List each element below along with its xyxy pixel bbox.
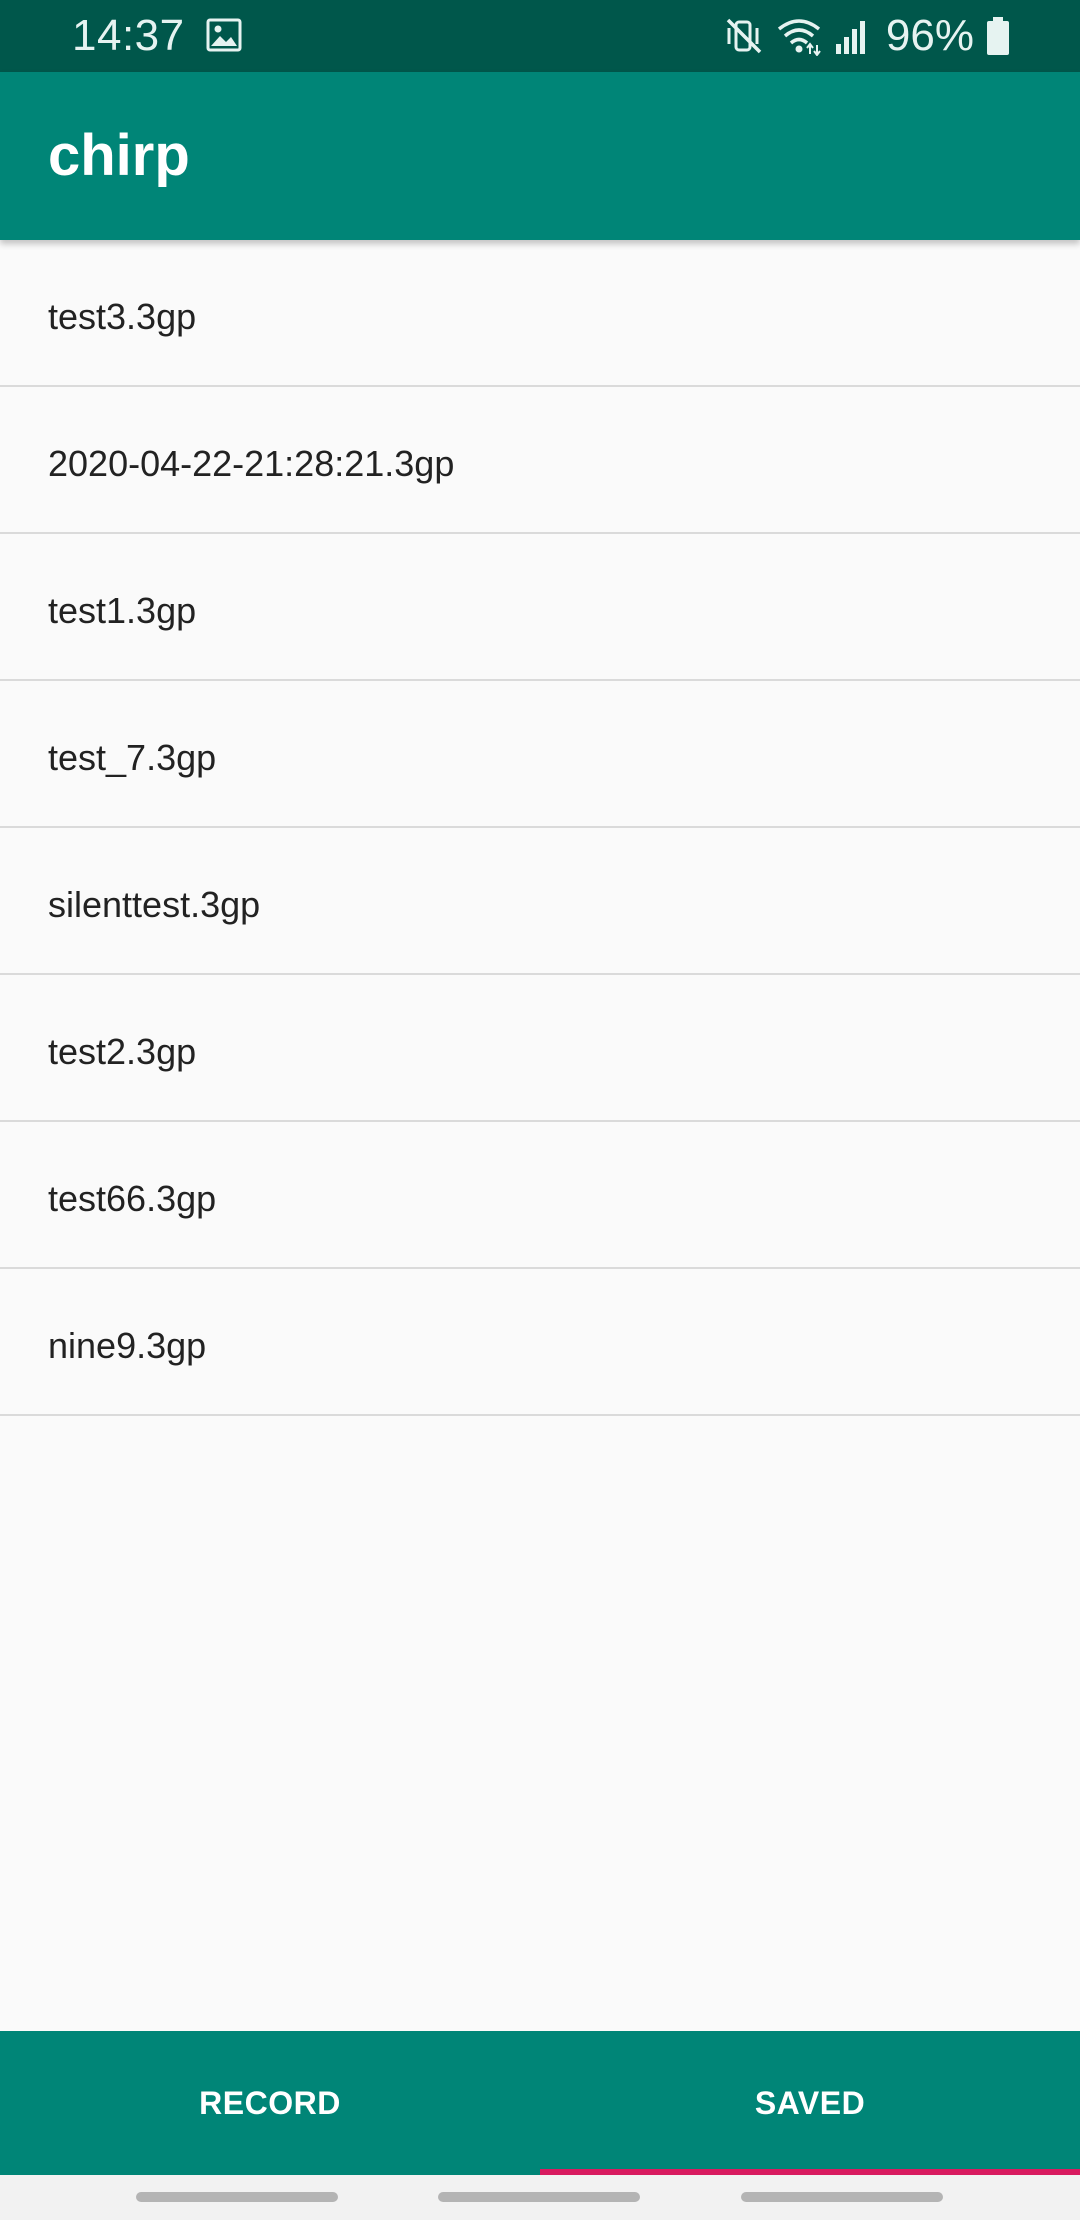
file-name: test3.3gp	[48, 295, 197, 337]
tab-bar: RECORD SAVED	[0, 2031, 1080, 2175]
status-time: 14:37	[72, 11, 185, 60]
file-name: test_7.3gp	[48, 736, 217, 778]
list-item[interactable]: silenttest.3gp	[0, 828, 1080, 975]
tab-saved-label: SAVED	[754, 2084, 866, 2121]
list-item[interactable]: nine9.3gp	[0, 1269, 1080, 1416]
list-item[interactable]: test66.3gp	[0, 1122, 1080, 1269]
mute-vibrate-icon	[724, 16, 764, 56]
app-bar: chirp	[0, 72, 1080, 240]
list-item[interactable]: test1.3gp	[0, 534, 1080, 681]
tab-record-label: RECORD	[199, 2084, 341, 2121]
navigation-bar	[0, 2175, 1080, 2220]
signal-icon	[834, 16, 868, 56]
tab-record[interactable]: RECORD	[0, 2031, 540, 2175]
status-icons: 96%	[724, 0, 1010, 72]
file-name: test1.3gp	[48, 589, 197, 631]
status-bar: 14:37 96%	[0, 0, 1080, 72]
back-handle[interactable]	[741, 2192, 943, 2202]
file-name: test66.3gp	[48, 1177, 217, 1219]
tab-saved[interactable]: SAVED	[540, 2031, 1080, 2175]
app-title: chirp	[48, 123, 190, 188]
list-item[interactable]: test2.3gp	[0, 975, 1080, 1122]
home-handle[interactable]	[438, 2192, 640, 2202]
screen: 14:37 96% chirp test3.3gp 2020-04-22-21:…	[0, 0, 1080, 2220]
file-name: test2.3gp	[48, 1030, 197, 1072]
list-item[interactable]: test3.3gp	[0, 240, 1080, 387]
list-item[interactable]: 2020-04-22-21:28:21.3gp	[0, 387, 1080, 534]
recordings-list: test3.3gp 2020-04-22-21:28:21.3gp test1.…	[0, 240, 1080, 1416]
file-name: nine9.3gp	[48, 1324, 207, 1366]
gallery-icon	[206, 18, 242, 52]
list-item[interactable]: test_7.3gp	[0, 681, 1080, 828]
file-name: 2020-04-22-21:28:21.3gp	[48, 442, 455, 484]
recents-handle[interactable]	[136, 2192, 338, 2202]
battery-icon	[986, 16, 1010, 56]
wifi-icon	[776, 16, 822, 56]
file-name: silenttest.3gp	[48, 883, 261, 925]
battery-percent: 96%	[885, 11, 974, 60]
